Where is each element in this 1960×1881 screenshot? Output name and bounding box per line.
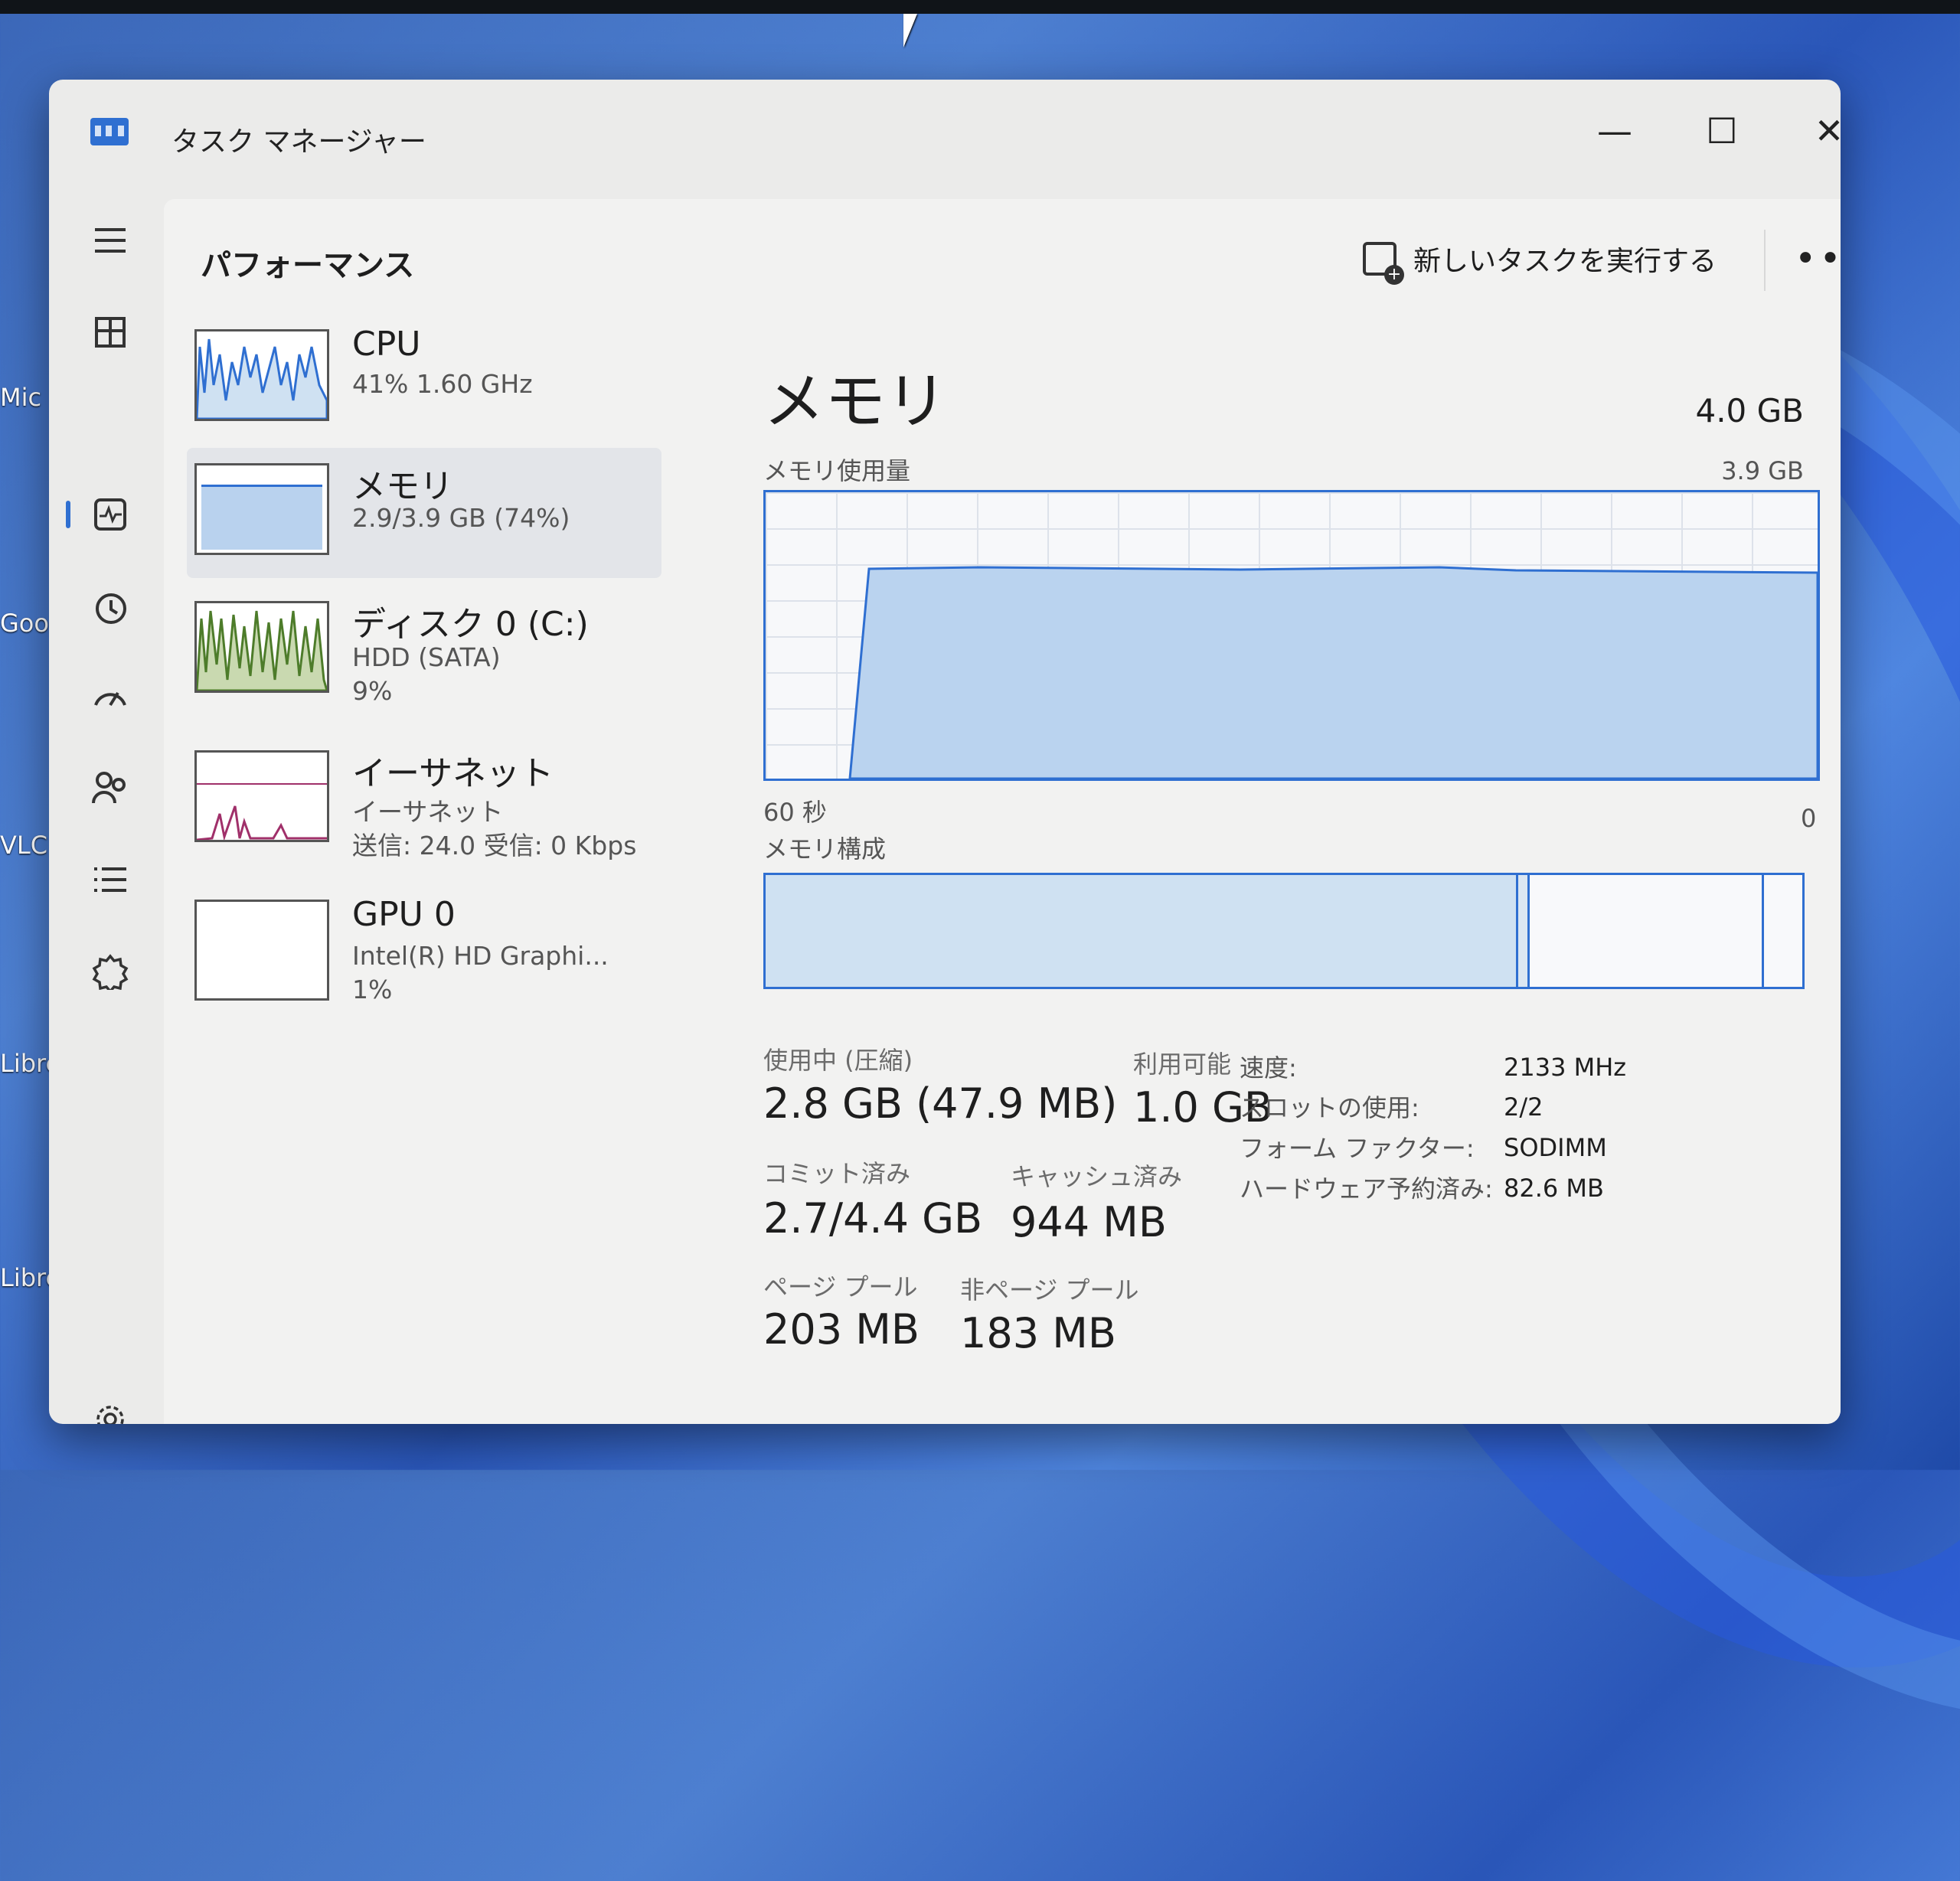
paged-pool-label: ページ プール: [763, 1272, 918, 1301]
screen-top-bar: [0, 0, 1960, 14]
cached-label: キャッシュ済み: [1011, 1162, 1183, 1191]
cached-value: 944 MB: [1011, 1198, 1167, 1246]
memory-usage-label: メモリ使用量: [763, 456, 911, 485]
nav-selection-indicator: [66, 501, 70, 528]
performance-pane: パフォーマンス 新しいタスクを実行する ••• CPU 41% 1.60 GHz…: [164, 199, 1841, 1424]
maximize-button[interactable]: ☐: [1680, 96, 1764, 165]
memory-heading: メモリ: [763, 366, 947, 437]
form-factor-label: フォーム ファクター:: [1240, 1134, 1475, 1163]
performance-icon[interactable]: [80, 484, 141, 545]
slots-value: 2/2: [1504, 1092, 1544, 1122]
resource-usage: 1%: [352, 975, 393, 1004]
cpu-thumbnail: [194, 329, 329, 421]
hardware-reserved-value: 82.6 MB: [1504, 1174, 1604, 1203]
resource-name: GPU 0: [352, 895, 456, 934]
graph-time-right: 0: [1801, 804, 1817, 833]
page-title: パフォーマンス: [201, 248, 415, 283]
memory-usage-max: 3.9 GB: [1721, 456, 1804, 485]
desktop-icon-label[interactable]: Goo: [0, 609, 49, 638]
task-manager-window: タスク マネージャー — ☐ ✕ パフォーマンス + 新しいタスクを実行する •…: [49, 80, 1841, 1424]
services-icon[interactable]: [80, 941, 141, 1002]
speed-value: 2133 MHz: [1504, 1053, 1627, 1082]
resource-detail: 41% 1.60 GHz: [352, 369, 533, 399]
committed-value: 2.7/4.4 GB: [763, 1194, 983, 1243]
resource-item-gpu[interactable]: GPU 0 Intel(R) HD Graphi... 1%: [187, 884, 662, 1014]
mouse-cursor: [903, 14, 917, 47]
resource-name: イーサネット: [352, 754, 554, 793]
composition-in-use: [766, 875, 1518, 987]
run-new-task-button[interactable]: 新しいタスクを実行する: [1363, 236, 1717, 285]
minimize-button[interactable]: —: [1573, 96, 1657, 165]
resource-throughput: 送信: 24.0 受信: 0 Kbps: [352, 831, 637, 860]
memory-total: 4.0 GB: [1695, 392, 1804, 429]
run-new-task-label: 新しいタスクを実行する: [1413, 246, 1717, 277]
new-task-icon: [1363, 242, 1404, 285]
resource-detail: Intel(R) HD Graphi...: [352, 941, 609, 971]
graph-time-left: 60 秒: [763, 798, 827, 827]
composition-standby-divider: [1762, 875, 1764, 987]
resource-item-cpu[interactable]: CPU 41% 1.60 GHz: [187, 314, 662, 444]
header-divider: [1764, 230, 1766, 291]
in-use-label: 使用中 (圧縮): [763, 1046, 913, 1075]
title-bar[interactable]: タスク マネージャー — ☐ ✕: [49, 80, 1841, 194]
committed-label: コミット済み: [763, 1159, 911, 1188]
resource-item-disk[interactable]: ディスク 0 (C:) HDD (SATA) 9%: [187, 586, 662, 716]
more-options-button[interactable]: •••: [1795, 237, 1841, 280]
settings-icon[interactable]: [80, 1389, 141, 1424]
paged-pool-value: 203 MB: [763, 1305, 920, 1354]
form-factor-value: SODIMM: [1504, 1133, 1607, 1162]
resource-name: ディスク 0 (C:): [352, 605, 589, 644]
processes-icon[interactable]: [80, 302, 141, 363]
desktop-icon-label[interactable]: Mic: [0, 383, 41, 412]
resource-detail: 2.9/3.9 GB (74%): [352, 503, 570, 533]
task-manager-app-icon: [90, 118, 129, 145]
app-history-icon[interactable]: [80, 577, 141, 638]
memory-composition-label: メモリ構成: [763, 834, 887, 864]
window-title: タスク マネージャー: [172, 126, 426, 158]
details-icon[interactable]: [80, 849, 141, 910]
hamburger-icon[interactable]: [80, 210, 141, 271]
slots-label: スロットの使用:: [1240, 1093, 1419, 1122]
nonpaged-pool-label: 非ページ プール: [960, 1275, 1139, 1305]
resource-usage: 9%: [352, 676, 393, 706]
composition-modified: [1518, 875, 1530, 987]
available-label: 利用可能: [1133, 1050, 1232, 1079]
close-button[interactable]: ✕: [1787, 96, 1841, 165]
hardware-reserved-label: ハードウェア予約済み:: [1240, 1174, 1493, 1203]
resource-name: メモリ: [352, 467, 453, 506]
users-icon[interactable]: [80, 757, 141, 818]
ethernet-thumbnail: [194, 750, 329, 842]
memory-composition-bar: [763, 873, 1805, 989]
in-use-value: 2.8 GB (47.9 MB): [763, 1079, 1118, 1128]
resource-name: CPU: [352, 325, 421, 364]
gpu-thumbnail: [194, 900, 329, 1001]
resource-item-ethernet[interactable]: イーサネット イーサネット 送信: 24.0 受信: 0 Kbps: [187, 735, 662, 865]
memory-thumbnail: [194, 463, 329, 555]
resource-detail: イーサネット: [352, 797, 504, 827]
resource-item-memory[interactable]: メモリ 2.9/3.9 GB (74%): [187, 448, 662, 578]
nonpaged-pool-value: 183 MB: [960, 1309, 1116, 1357]
startup-icon[interactable]: [80, 665, 141, 727]
navigation-rail: [49, 194, 164, 1424]
resource-detail: HDD (SATA): [352, 642, 501, 672]
speed-label: 速度:: [1240, 1053, 1297, 1083]
memory-usage-graph: [763, 490, 1820, 781]
disk-thumbnail: [194, 601, 329, 693]
